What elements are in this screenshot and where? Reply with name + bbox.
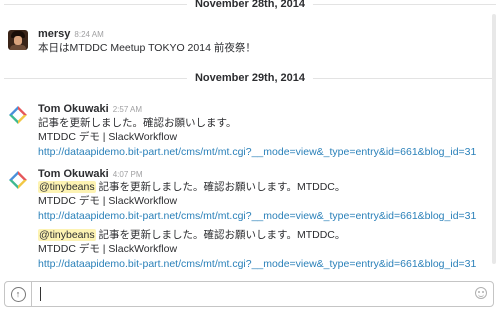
author-name[interactable]: Tom Okuwaki [38,103,109,115]
user-mention[interactable]: @tinybeans [38,229,96,241]
avatar[interactable] [8,170,28,190]
day-divider: November 29th, 2014 [0,71,500,85]
message-composer: ↑ [4,281,494,307]
message-text: @tinybeans 記事を更新しました。確認お願いします。MTDDC。 [38,229,345,242]
avatar[interactable] [8,30,28,50]
message-author[interactable]: mersy 8:24 AM [38,28,104,41]
day-divider-label: November 29th, 2014 [186,71,314,85]
author-name[interactable]: mersy [38,28,70,40]
smiley-icon[interactable] [475,287,487,299]
message-text: @tinybeans 記事を更新しました。確認お願いします。MTDDC。 [38,181,345,194]
text-cursor [40,287,41,301]
message-timestamp[interactable]: 4:07 PM [113,170,143,179]
message-feed: November 28th, 2014 mersy 8:24 AM 本日はMTDD… [0,0,500,279]
message-timestamp[interactable]: 8:24 AM [74,30,103,39]
day-divider-label: November 28th, 2014 [186,0,314,11]
feed-scrollbar[interactable] [492,14,496,264]
message-link[interactable]: http://dataapidemo.bit-part.net/cms/mt/m… [38,210,476,223]
author-name[interactable]: Tom Okuwaki [38,168,109,180]
message-author[interactable]: Tom Okuwaki 4:07 PM [38,168,143,181]
message-text: MTDDC デモ | SlackWorkflow [38,195,178,207]
message-text: 本日はMTDDC Meetup TOKYO 2014 前夜祭！ [38,42,256,54]
day-divider: November 28th, 2014 [0,0,500,11]
avatar[interactable] [8,105,28,125]
message-text: 記事を更新しました。確認お願いします。 [38,117,237,129]
avatar-body [10,45,26,50]
message-text-body: 記事を更新しました。確認お願いします。MTDDC。 [95,229,346,241]
user-mention[interactable]: @tinybeans [38,181,96,193]
message-text-body: 記事を更新しました。確認お願いします。MTDDC。 [95,181,346,193]
upload-button[interactable]: ↑ [5,282,32,306]
message-text: MTDDC デモ | SlackWorkflow [38,243,178,255]
message-link[interactable]: http://dataapidemo.bit-part.net/cms/mt/m… [38,146,476,159]
message-timestamp[interactable]: 2:57 AM [113,105,142,114]
upload-arrow-icon: ↑ [10,286,26,302]
message-link[interactable]: http://dataapidemo.bit-part.net/cms/mt/m… [38,258,476,271]
app-logo-icon [9,106,27,124]
message-author[interactable]: Tom Okuwaki 2:57 AM [38,103,142,116]
app-logo-icon [9,171,27,189]
avatar-face [14,36,22,45]
message-text: MTDDC デモ | SlackWorkflow [38,131,178,143]
